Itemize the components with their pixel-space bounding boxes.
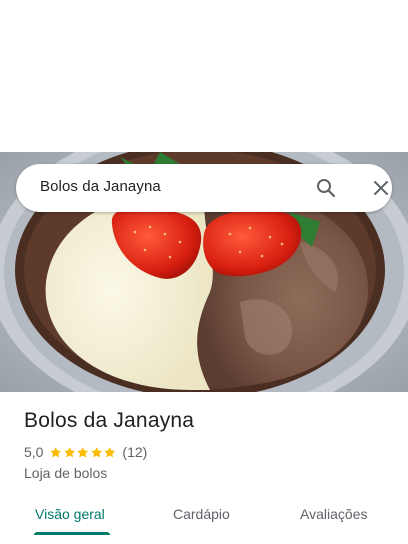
rating-value: 5,0 (24, 444, 44, 460)
star-icon (104, 446, 116, 457)
active-tab-indicator (34, 532, 110, 535)
place-title: Bolos da Janayna (24, 409, 195, 432)
top-blank-area (0, 0, 408, 152)
rating-row[interactable]: 5,0 (12) (24, 444, 147, 460)
search-input[interactable]: Bolos da Janayna (40, 178, 161, 195)
search-bar[interactable]: Bolos da Janayna (16, 164, 392, 212)
close-icon[interactable] (369, 176, 393, 200)
tab-menu[interactable]: Cardápio (173, 506, 230, 522)
review-count[interactable]: (12) (122, 444, 147, 460)
star-icon (64, 446, 75, 457)
place-category[interactable]: Loja de bolos (24, 465, 107, 481)
search-icon[interactable] (314, 176, 338, 200)
tab-overview[interactable]: Visão geral (35, 506, 105, 522)
star-icon (77, 446, 89, 457)
star-icon (90, 446, 102, 457)
star-icon (50, 446, 62, 457)
place-tabs: Visão geral Cardápio Avaliações (0, 496, 408, 544)
tab-reviews[interactable]: Avaliações (300, 506, 367, 522)
rating-stars (49, 446, 116, 459)
